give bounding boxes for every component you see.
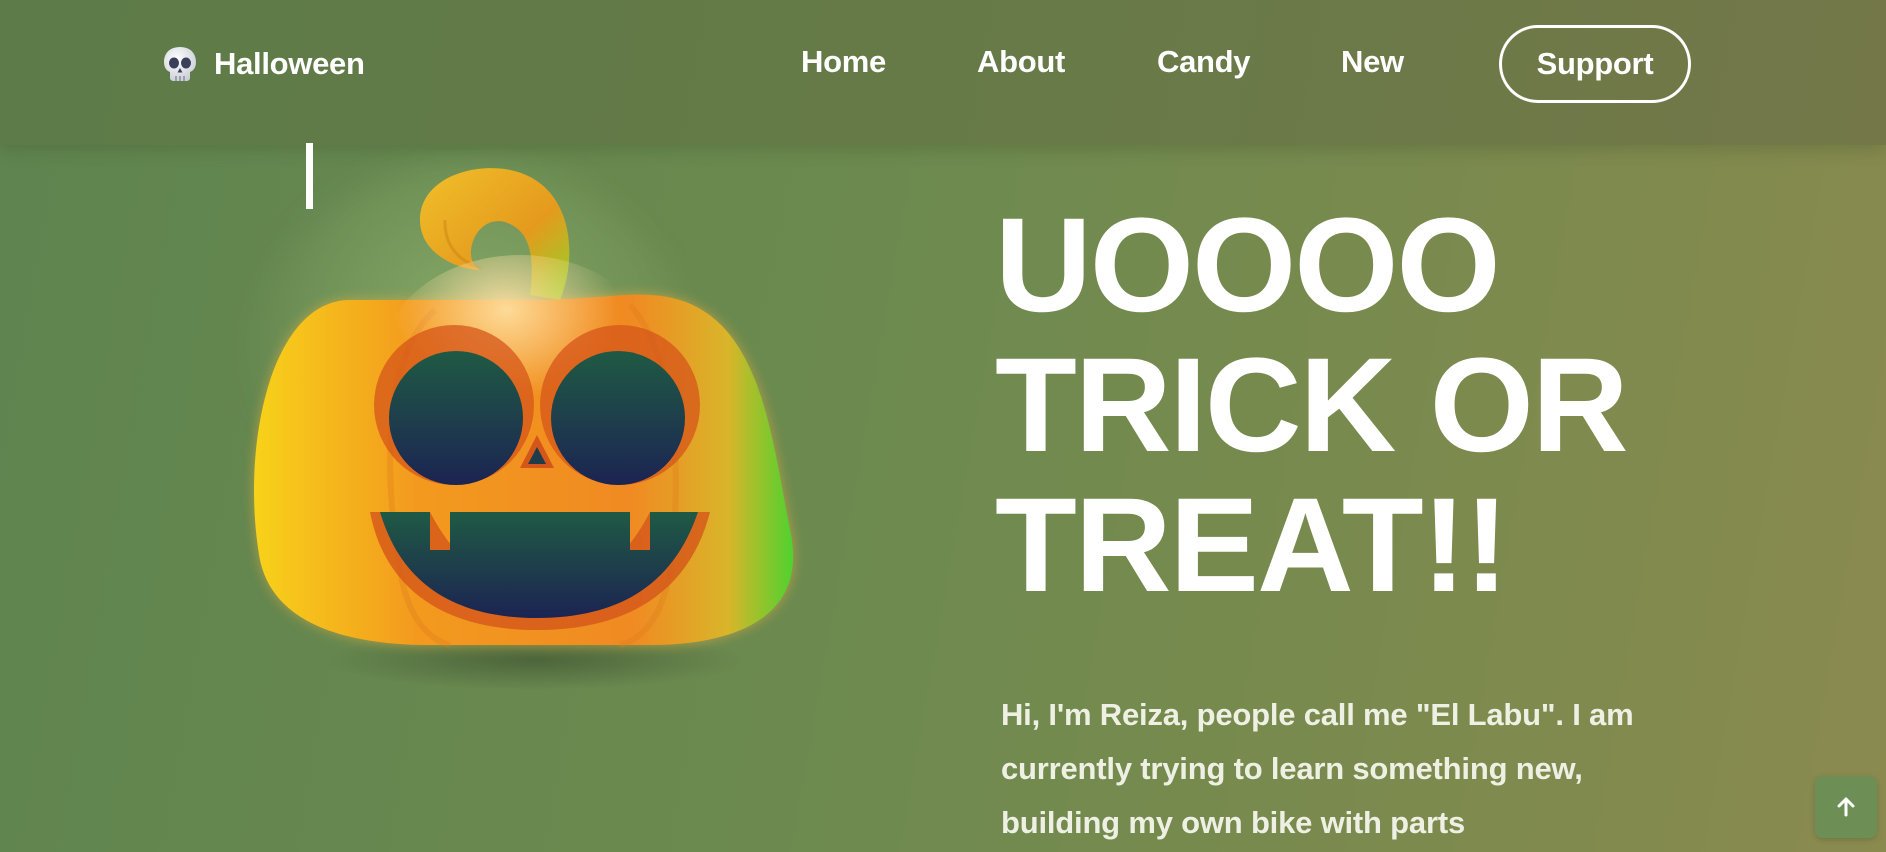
nav-link-candy[interactable]: Candy: [1157, 44, 1251, 80]
hero-headline: UOOOO TRICK OR TREAT!!: [995, 196, 1795, 616]
nav-link-home[interactable]: Home: [801, 44, 886, 80]
hero-headline-line-1: UOOOO: [995, 191, 1501, 340]
nav-link-about[interactable]: About: [977, 44, 1065, 80]
hero-headline-line-3: TREAT!!: [995, 471, 1509, 620]
support-button[interactable]: Support: [1499, 25, 1691, 103]
jack-o-lantern-image: [230, 150, 830, 710]
hero-headline-line-2: TRICK OR: [995, 331, 1629, 480]
brand-label: Halloween: [214, 46, 365, 81]
top-navigation-bar: Halloween Home About Candy New Support: [0, 0, 1886, 145]
brand-logo-link[interactable]: Halloween: [160, 44, 365, 84]
hero-description: Hi, I'm Reiza, people call me "El Labu".…: [1001, 697, 1634, 840]
nav-link-new[interactable]: New: [1341, 44, 1404, 80]
pumpkin-icon: [250, 160, 794, 690]
skull-icon: [164, 47, 196, 81]
arrow-up-icon: [1837, 797, 1855, 817]
back-to-top-button[interactable]: [1815, 776, 1877, 838]
